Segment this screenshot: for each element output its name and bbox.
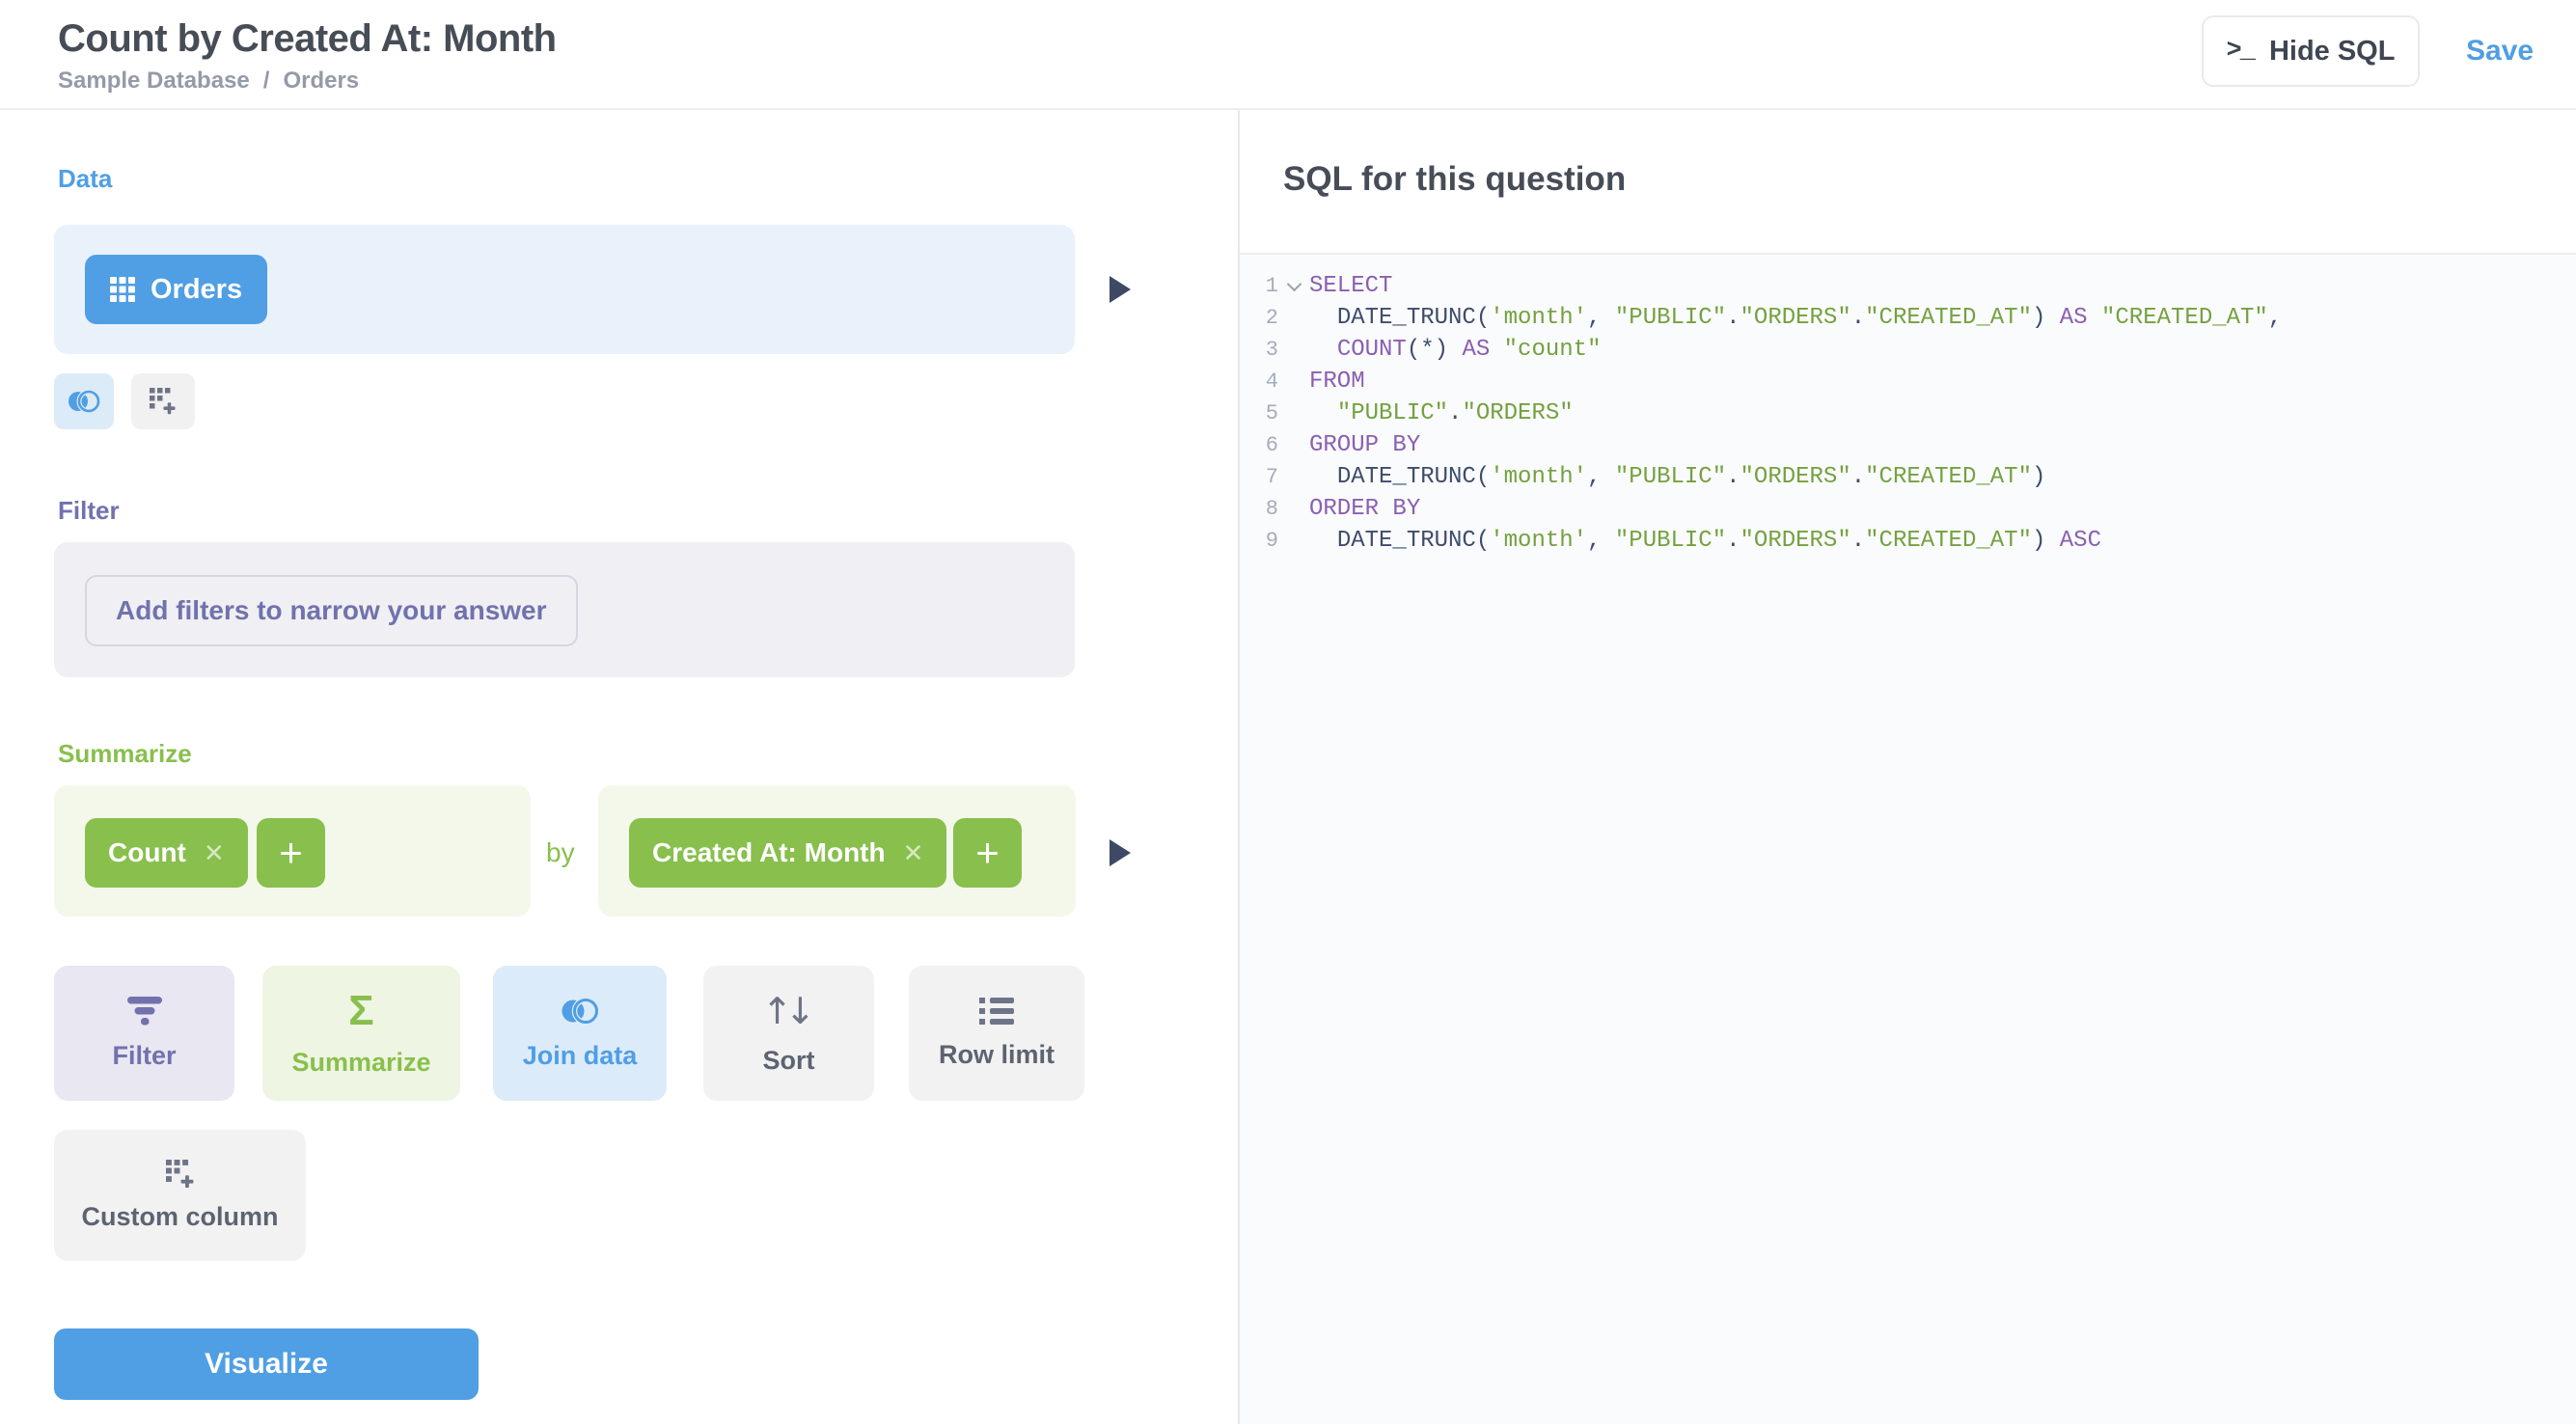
metric-pill-label: Count xyxy=(108,837,186,868)
fold-caret-icon[interactable] xyxy=(1278,284,1309,289)
data-section-label: Data xyxy=(58,164,112,194)
join-icon xyxy=(560,997,600,1026)
query-builder-page: Count by Created At: Month Sample Databa… xyxy=(0,0,2576,1424)
visualize-button[interactable]: Visualize xyxy=(54,1328,479,1400)
sql-line-text: "PUBLIC"."ORDERS" xyxy=(1309,400,1574,426)
filter-section-label: Filter xyxy=(58,496,120,526)
save-button[interactable]: Save xyxy=(2466,35,2534,68)
join-icon xyxy=(67,389,101,414)
sort-arrows-icon: ↑↓ xyxy=(762,992,816,1030)
hide-sql-label: Hide SQL xyxy=(2269,36,2396,68)
sql-line-text: FROM xyxy=(1309,369,1365,395)
sql-line: 2 DATE_TRUNC('month', "PUBLIC"."ORDERS".… xyxy=(1240,302,2576,334)
custom-column-mini-button[interactable] xyxy=(131,373,195,429)
data-table-button[interactable]: Orders xyxy=(85,255,267,324)
breadcrumb-table[interactable]: Orders xyxy=(283,68,359,95)
data-preview-arrow-icon[interactable] xyxy=(1110,276,1131,303)
sql-line: 1 SELECT xyxy=(1240,270,2576,302)
sql-line: 7 DATE_TRUNC('month', "PUBLIC"."ORDERS".… xyxy=(1240,461,2576,493)
summarize-preview-arrow-icon[interactable] xyxy=(1110,839,1131,866)
sql-line-text: DATE_TRUNC('month', "PUBLIC"."ORDERS"."C… xyxy=(1309,464,2045,490)
sql-line-text: ORDER BY xyxy=(1309,496,1420,522)
line-number: 8 xyxy=(1240,497,1278,521)
line-number: 1 xyxy=(1240,274,1278,298)
header-bar: Count by Created At: Month Sample Databa… xyxy=(0,0,2576,110)
line-number: 3 xyxy=(1240,338,1278,362)
sql-line-text: COUNT(*) AS "count" xyxy=(1309,337,1601,363)
sql-line-text: DATE_TRUNC('month', "PUBLIC"."ORDERS"."C… xyxy=(1309,528,2101,554)
custom-column-icon xyxy=(166,1160,195,1189)
sql-line-text: GROUP BY xyxy=(1309,432,1420,458)
add-filters-button[interactable]: Add filters to narrow your answer xyxy=(85,575,578,646)
line-number: 4 xyxy=(1240,370,1278,394)
sql-line-text: SELECT xyxy=(1309,273,1392,299)
action-sort-button[interactable]: ↑↓ Sort xyxy=(703,966,874,1101)
metric-pill-count[interactable]: Count ✕ xyxy=(85,818,248,888)
breakout-pill-label: Created At: Month xyxy=(652,837,886,868)
summarize-section-label: Summarize xyxy=(58,739,192,769)
add-metric-button[interactable]: + xyxy=(257,818,325,888)
breakout-pill-created-at[interactable]: Created At: Month ✕ xyxy=(629,818,946,888)
sql-line: 3 COUNT(*) AS "count" xyxy=(1240,334,2576,366)
action-summarize-button[interactable]: Σ Summarize xyxy=(262,966,460,1101)
action-filter-label: Filter xyxy=(112,1041,176,1071)
sql-line: 6 GROUP BY xyxy=(1240,429,2576,461)
action-summarize-label: Summarize xyxy=(291,1048,430,1078)
line-number: 9 xyxy=(1240,529,1278,553)
breadcrumb-separator: / xyxy=(263,68,270,95)
action-filter-button[interactable]: Filter xyxy=(54,966,234,1101)
line-number: 5 xyxy=(1240,401,1278,425)
table-grid-icon xyxy=(110,277,135,302)
breadcrumb: Sample Database / Orders xyxy=(58,68,359,95)
action-join-data-label: Join data xyxy=(523,1041,638,1071)
action-sort-label: Sort xyxy=(763,1046,815,1076)
terminal-icon: >_ xyxy=(2227,37,2254,66)
remove-breakout-icon[interactable]: ✕ xyxy=(903,838,924,868)
action-row-limit-label: Row limit xyxy=(939,1040,1055,1070)
line-number: 2 xyxy=(1240,306,1278,330)
row-limit-list-icon xyxy=(979,998,1014,1025)
remove-metric-icon[interactable]: ✕ xyxy=(204,838,225,868)
action-join-data-button[interactable]: Join data xyxy=(493,966,667,1101)
sql-line: 5 "PUBLIC"."ORDERS" xyxy=(1240,397,2576,429)
join-data-mini-button[interactable] xyxy=(54,373,114,429)
sql-line: 8 ORDER BY xyxy=(1240,493,2576,525)
sql-line: 9 DATE_TRUNC('month', "PUBLIC"."ORDERS".… xyxy=(1240,525,2576,557)
sigma-icon: Σ xyxy=(348,990,373,1032)
action-row-limit-button[interactable]: Row limit xyxy=(909,966,1084,1101)
page-title: Count by Created At: Month xyxy=(58,17,557,61)
data-table-label: Orders xyxy=(151,274,242,306)
sql-line-text: DATE_TRUNC('month', "PUBLIC"."ORDERS"."C… xyxy=(1309,305,2282,331)
line-number: 6 xyxy=(1240,433,1278,457)
hide-sql-button[interactable]: >_ Hide SQL xyxy=(2202,15,2420,87)
sql-line: 4 FROM xyxy=(1240,366,2576,397)
breadcrumb-database[interactable]: Sample Database xyxy=(58,68,250,95)
custom-column-label: Custom column xyxy=(81,1202,278,1232)
line-number: 7 xyxy=(1240,465,1278,489)
custom-column-button[interactable]: Custom column xyxy=(54,1130,306,1261)
funnel-icon xyxy=(126,997,163,1026)
custom-column-icon xyxy=(150,388,177,415)
summarize-by-label: by xyxy=(546,837,575,868)
sql-code: 1 SELECT 2 DATE_TRUNC('month', "PUBLIC"."O… xyxy=(1240,253,2576,1424)
sql-panel-title: SQL for this question xyxy=(1283,160,1626,199)
add-breakout-button[interactable]: + xyxy=(953,818,1022,888)
